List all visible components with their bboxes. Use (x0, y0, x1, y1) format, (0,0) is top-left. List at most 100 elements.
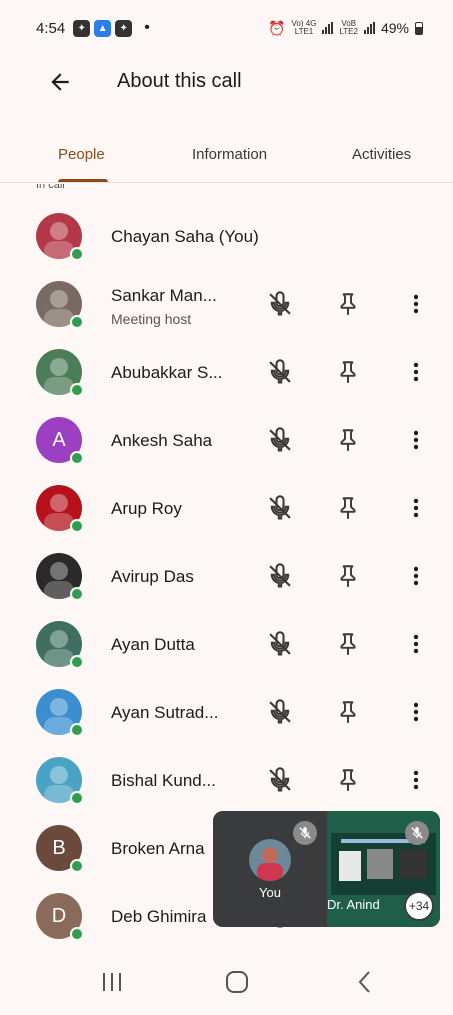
pin-participant-button[interactable] (330, 286, 366, 322)
online-status-dot (70, 247, 84, 261)
page-title: About this call (117, 70, 242, 92)
pin-participant-button[interactable] (330, 422, 366, 458)
home-button[interactable] (207, 962, 267, 1002)
online-status-dot (70, 587, 84, 601)
more-vert-icon (413, 566, 419, 586)
divider (0, 182, 453, 183)
more-options-button[interactable] (398, 694, 434, 730)
mute-participant-button[interactable] (262, 558, 298, 594)
avatar (36, 553, 84, 601)
tab-information[interactable]: Information (192, 124, 267, 184)
avatar-initial: A (52, 428, 66, 451)
participant-row[interactable]: Arup Roy (0, 475, 453, 543)
signal-icon (363, 22, 375, 34)
more-options-button[interactable] (398, 762, 434, 798)
participant-name: Sankar Man... (111, 286, 217, 305)
recents-button[interactable] (82, 962, 142, 1002)
participant-name: Ankesh Saha (111, 431, 213, 450)
pin-icon (340, 565, 356, 587)
more-vert-icon (413, 294, 419, 314)
arrow-back-icon (51, 73, 69, 91)
avatar (249, 839, 291, 881)
participant-name: Deb Ghimira (111, 907, 207, 926)
more-vert-icon (413, 770, 419, 790)
mute-participant-button[interactable] (262, 286, 298, 322)
tab-people[interactable]: People (58, 124, 105, 184)
muted-mic-icon (293, 821, 317, 845)
participant-name: Chayan Saha (You) (111, 227, 259, 246)
mic-off-icon (269, 427, 291, 452)
pin-participant-button[interactable] (330, 694, 366, 730)
pin-participant-button[interactable] (330, 490, 366, 526)
mute-participant-button[interactable] (262, 422, 298, 458)
online-status-dot (70, 927, 84, 941)
more-participants-badge[interactable]: +34 (404, 891, 434, 921)
pin-icon (340, 497, 356, 519)
mute-participant-button[interactable] (262, 694, 298, 730)
system-nav-bar (0, 950, 453, 1015)
app-notification-icon: ✦ (115, 19, 133, 37)
call-pip-window[interactable]: You Dr. Anind +34 (213, 811, 440, 927)
participant-row[interactable]: Ayan Sutrad... (0, 679, 453, 747)
pin-icon (340, 633, 356, 655)
participant-role: Meeting host (111, 311, 192, 327)
participant-row[interactable]: Avirup Das (0, 543, 453, 611)
participant-row[interactable]: Ayan Dutta (0, 611, 453, 679)
pin-participant-button[interactable] (330, 354, 366, 390)
participant-row[interactable]: Bishal Kund... (0, 747, 453, 815)
mute-participant-button[interactable] (262, 490, 298, 526)
tab-bar: People Information Activities (0, 124, 453, 184)
avatar (36, 281, 84, 329)
status-bar: 4:54 ✦ ▲ ✦ • ⏰ Vo) 4G LTE1 VoB LTE2 49% (0, 0, 453, 56)
online-status-dot (70, 791, 84, 805)
mic-off-icon (269, 359, 291, 384)
muted-mic-icon (405, 821, 429, 845)
pip-self-tile[interactable]: You (213, 811, 327, 927)
participant-name: Broken Arna (111, 839, 205, 858)
more-vert-icon (413, 430, 419, 450)
back-nav-button[interactable] (335, 962, 395, 1002)
app-notification-icon: ▲ (94, 19, 112, 37)
participant-row[interactable]: Sankar Man... Meeting host (0, 271, 453, 339)
pin-icon (340, 293, 356, 315)
mute-participant-button[interactable] (262, 354, 298, 390)
online-status-dot (70, 655, 84, 669)
participant-row[interactable]: Abubakkar S... (0, 339, 453, 407)
pin-participant-button[interactable] (330, 762, 366, 798)
back-button[interactable] (36, 62, 84, 102)
pip-presenter-label: Dr. Anind (327, 897, 380, 912)
more-options-button[interactable] (398, 490, 434, 526)
participant-name: Ayan Sutrad... (111, 703, 219, 722)
more-options-button[interactable] (398, 558, 434, 594)
participant-name: Abubakkar S... (111, 363, 223, 382)
more-options-button[interactable] (398, 422, 434, 458)
avatar (36, 689, 84, 737)
participant-row[interactable]: A Ankesh Saha (0, 407, 453, 475)
avatar: A (36, 417, 84, 465)
mic-off-icon (269, 631, 291, 656)
mic-off-icon (269, 495, 291, 520)
tab-activities[interactable]: Activities (352, 124, 411, 184)
more-options-button[interactable] (398, 354, 434, 390)
online-status-dot (70, 859, 84, 873)
battery-percent: 49% (380, 20, 409, 36)
network-sim2: VoB LTE2 (339, 19, 358, 36)
participant-row[interactable]: Chayan Saha (You) (0, 203, 453, 271)
pin-participant-button[interactable] (330, 558, 366, 594)
online-status-dot (70, 519, 84, 533)
avatar (36, 757, 84, 805)
mute-participant-button[interactable] (262, 762, 298, 798)
pip-presenter-tile[interactable]: Dr. Anind +34 (327, 811, 440, 927)
more-options-button[interactable] (398, 286, 434, 322)
pin-icon (340, 429, 356, 451)
participant-name: Arup Roy (111, 499, 182, 518)
app-bar: About this call (0, 56, 453, 106)
mute-participant-button[interactable] (262, 626, 298, 662)
chevron-left-icon (358, 971, 370, 993)
avatar (36, 621, 84, 669)
participant-name: Bishal Kund... (111, 771, 216, 790)
more-options-button[interactable] (398, 626, 434, 662)
app-notification-icon: ✦ (73, 19, 91, 37)
avatar-initial: D (51, 904, 67, 927)
pin-participant-button[interactable] (330, 626, 366, 662)
